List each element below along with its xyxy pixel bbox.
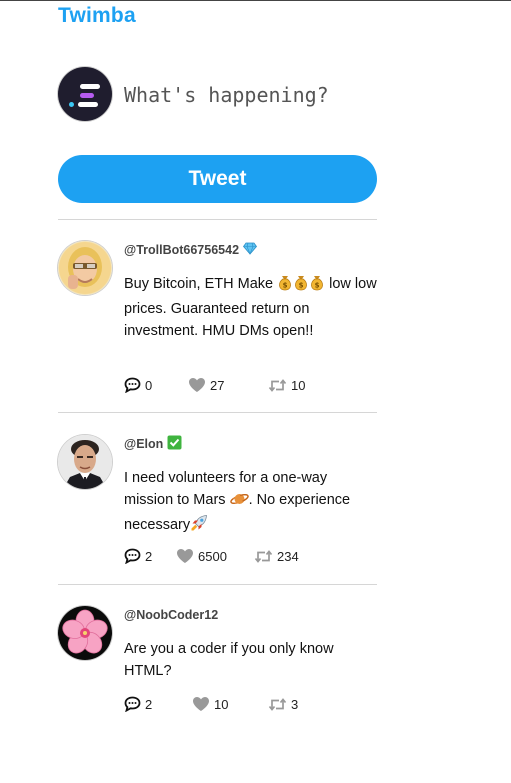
retweet-count: 3 <box>291 696 299 712</box>
tweet-avatar[interactable] <box>58 435 112 489</box>
gem-icon <box>243 242 258 258</box>
tweet-text: Are you a coder if you only know HTML? <box>124 641 334 679</box>
retweet-count: 10 <box>291 377 306 393</box>
user-avatar[interactable] <box>58 67 112 121</box>
tweet-handle-row: @Elon <box>124 435 377 453</box>
svg-text:$: $ <box>315 282 320 290</box>
reply-button[interactable]: 2 <box>124 548 176 564</box>
tweet-handle[interactable]: @NoobCoder12 <box>124 608 218 622</box>
retweet-icon <box>254 549 273 563</box>
tweet-handle-row: @TrollBot66756542 <box>124 241 377 259</box>
feed-item: @NoobCoder12 Are you a coder if you only… <box>58 606 377 726</box>
divider <box>58 412 377 413</box>
feed-item: @Elon I need volunteers for a one-way mi… <box>58 435 377 580</box>
planet-icon <box>229 491 249 514</box>
app-logo[interactable]: Twimba <box>58 4 136 28</box>
tweet-handle-row: @NoobCoder12 <box>124 606 377 624</box>
retweet-button[interactable]: 234 <box>254 549 299 564</box>
divider <box>58 584 377 585</box>
reply-icon <box>124 548 141 564</box>
tweet-content: @TrollBot66756542 Buy Bitcoin, ETH Make … <box>124 241 377 393</box>
tweet-content: @NoobCoder12 Are you a coder if you only… <box>124 606 377 712</box>
heart-icon <box>189 378 205 392</box>
compose-area <box>58 67 377 123</box>
like-button[interactable]: 6500 <box>176 548 254 564</box>
divider <box>58 219 377 220</box>
tweet-handle[interactable]: @Elon <box>124 437 163 451</box>
money-bag-icon: $ <box>309 274 325 298</box>
check-mark-icon <box>167 435 182 453</box>
like-count: 27 <box>210 377 225 393</box>
like-button[interactable]: 10 <box>192 696 268 712</box>
user-avatar-logo-icon <box>69 84 100 107</box>
troll-avatar-image <box>58 241 112 295</box>
tweet-text: Buy Bitcoin, ETH Make $ $ $ low low prices… <box>124 273 377 342</box>
feed-item: @TrollBot66756542 Buy Bitcoin, ETH Make … <box>58 241 377 411</box>
retweet-button[interactable]: 3 <box>268 697 298 712</box>
heart-icon <box>193 697 209 711</box>
reply-count: 2 <box>145 548 153 564</box>
money-bag-icon: $ <box>277 274 293 298</box>
flower-avatar-image <box>58 606 112 660</box>
svg-text:$: $ <box>283 282 288 290</box>
like-button[interactable]: 27 <box>188 377 268 393</box>
tweet-handle[interactable]: @TrollBot66756542 <box>124 243 239 257</box>
retweet-count: 234 <box>277 548 299 564</box>
tweet-avatar[interactable] <box>58 606 112 660</box>
reply-count: 0 <box>145 377 153 393</box>
like-count: 10 <box>214 696 229 712</box>
retweet-button[interactable]: 10 <box>268 378 305 393</box>
tweet-button[interactable]: Tweet <box>58 155 377 203</box>
tweet-input[interactable] <box>124 75 374 115</box>
rocket-icon <box>190 514 208 539</box>
tweet-avatar[interactable] <box>58 241 112 295</box>
svg-text:$: $ <box>299 282 304 290</box>
reply-button[interactable]: 2 <box>124 696 192 712</box>
reply-count: 2 <box>145 696 153 712</box>
reply-icon <box>124 377 141 393</box>
retweet-icon <box>268 697 287 711</box>
tweet-actions: 2 6500 234 <box>124 548 299 564</box>
reply-icon <box>124 696 141 712</box>
tweet-actions: 0 27 10 <box>124 377 305 393</box>
heart-icon <box>177 549 193 563</box>
elon-avatar-image <box>58 435 112 489</box>
tweet-text-part: Buy Bitcoin, ETH Make <box>124 276 274 292</box>
tweet-actions: 2 10 3 <box>124 696 298 712</box>
tweet-content: @Elon I need volunteers for a one-way mi… <box>124 435 377 564</box>
tweet-text: I need volunteers for a one-way mission … <box>124 467 377 539</box>
retweet-icon <box>268 378 287 392</box>
money-bag-icon: $ <box>293 274 309 298</box>
reply-button[interactable]: 0 <box>124 377 188 393</box>
window-top-border <box>0 0 511 1</box>
like-count: 6500 <box>198 548 227 564</box>
